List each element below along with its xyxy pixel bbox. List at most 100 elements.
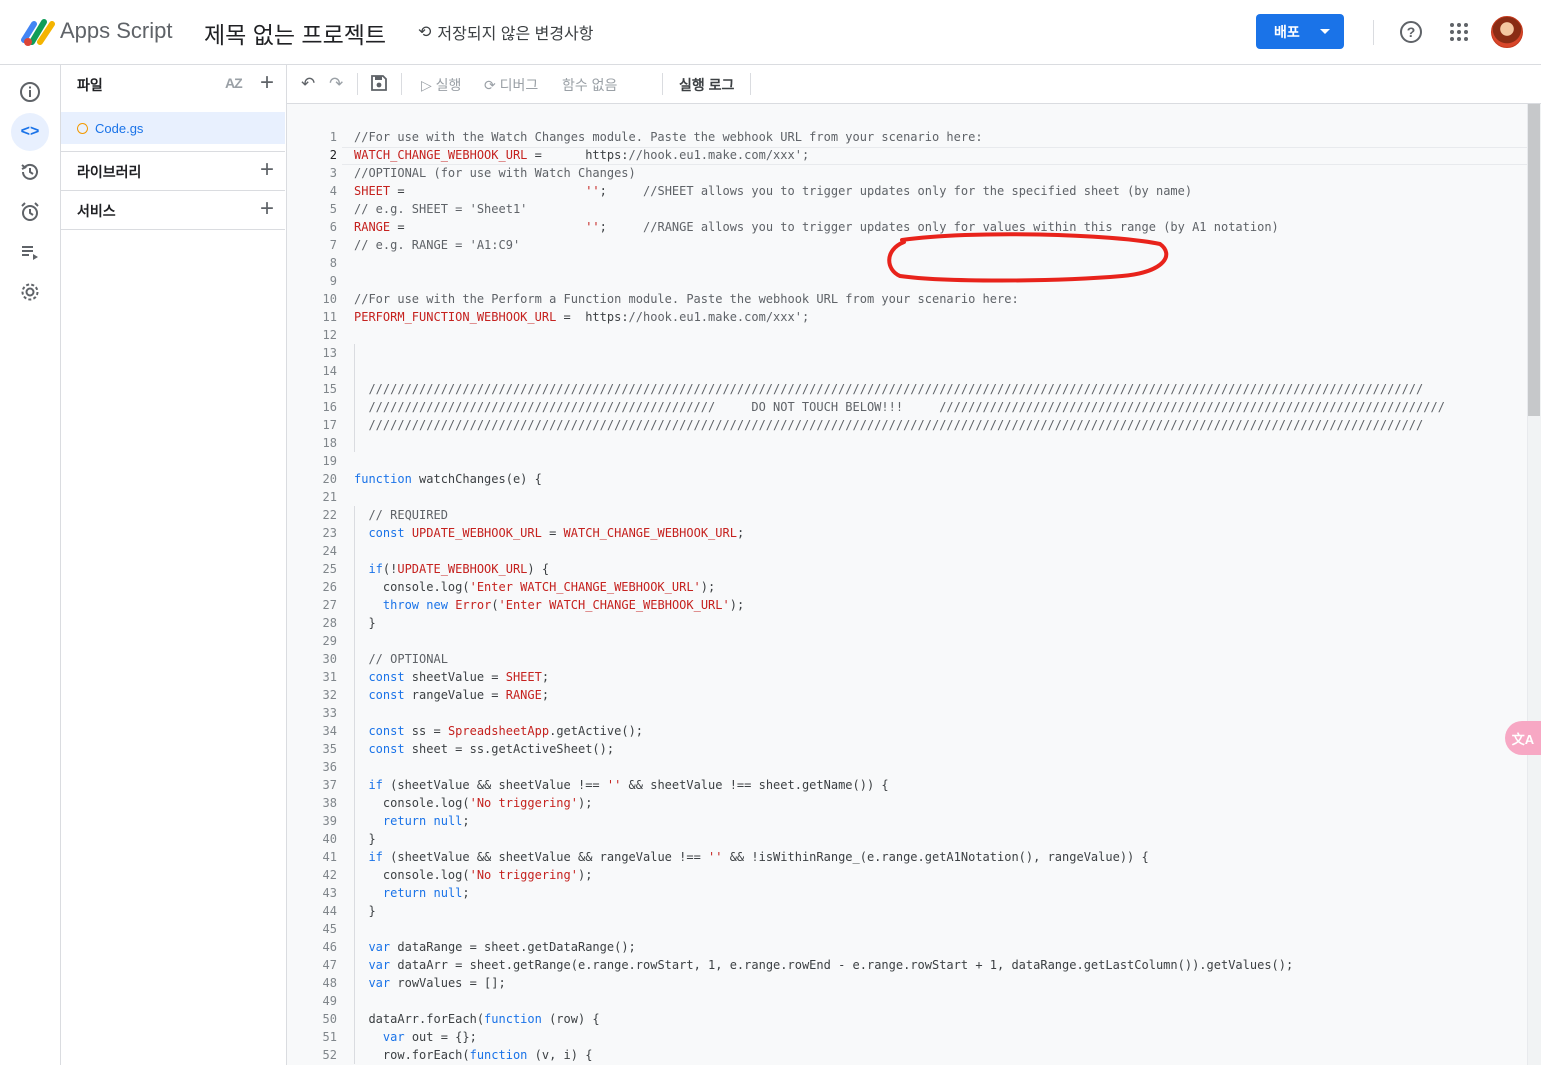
code-line[interactable] xyxy=(354,758,1445,776)
history-icon[interactable] xyxy=(11,153,49,191)
line-number: 17 xyxy=(322,418,337,432)
code-line[interactable]: const sheetValue = SHEET; xyxy=(354,668,1445,686)
run-list-icon[interactable] xyxy=(11,233,49,271)
apps-script-logo[interactable] xyxy=(20,16,56,48)
code-line[interactable] xyxy=(354,704,1445,722)
undo-icon[interactable]: ↶ xyxy=(301,74,315,94)
execution-log-button[interactable]: 실행 로그 xyxy=(679,75,734,95)
code-line[interactable]: const rangeValue = RANGE; xyxy=(354,686,1445,704)
chevron-down-icon xyxy=(1320,29,1330,34)
code-line[interactable]: // e.g. RANGE = 'A1:C9' xyxy=(354,236,1445,254)
code-lines[interactable]: //For use with the Watch Changes module.… xyxy=(354,128,1445,1064)
code-line[interactable]: // REQUIRED xyxy=(354,506,1445,524)
add-file-icon[interactable]: + xyxy=(257,71,277,95)
file-status-icon xyxy=(77,122,88,134)
function-select[interactable]: 함수 없음 xyxy=(562,75,617,95)
code-line[interactable]: } xyxy=(354,830,1445,848)
line-number: 29 xyxy=(322,634,337,648)
line-number: 48 xyxy=(322,976,337,990)
code-line[interactable]: if (sheetValue && sheetValue !== '' && s… xyxy=(354,776,1445,794)
files-panel: 파일 AZ + Code.gs 라이브러리 + 서비스 + xyxy=(61,65,287,1065)
code-line[interactable] xyxy=(354,920,1445,938)
code-line[interactable]: PERFORM_FUNCTION_WEBHOOK_URL = https://h… xyxy=(354,308,1445,326)
code-line[interactable]: return null; xyxy=(354,884,1445,902)
translate-icon[interactable]: 文A xyxy=(1505,721,1541,755)
code-line[interactable] xyxy=(354,326,1445,344)
code-line[interactable] xyxy=(354,542,1445,560)
libraries-label[interactable]: 라이브러리 xyxy=(77,162,141,182)
line-number: 12 xyxy=(322,328,337,342)
code-line[interactable]: const sheet = ss.getActiveSheet(); xyxy=(354,740,1445,758)
code-line[interactable] xyxy=(354,254,1445,272)
sort-az-icon[interactable]: AZ xyxy=(225,75,243,91)
code-line[interactable] xyxy=(354,992,1445,1010)
code-line[interactable]: if(!UPDATE_WEBHOOK_URL) { xyxy=(354,560,1445,578)
code-line[interactable]: RANGE = ''; //RANGE allows you to trigge… xyxy=(354,218,1445,236)
code-line[interactable]: } xyxy=(354,614,1445,632)
code-line[interactable]: } xyxy=(354,902,1445,920)
code-line[interactable]: console.log('Enter WATCH_CHANGE_WEBHOOK_… xyxy=(354,578,1445,596)
code-line[interactable]: SHEET = ''; //SHEET allows you to trigge… xyxy=(354,182,1445,200)
code-line[interactable]: console.log('No triggering'); xyxy=(354,794,1445,812)
code-line[interactable] xyxy=(354,344,1445,362)
code-line[interactable]: var rowValues = []; xyxy=(354,974,1445,992)
line-number: 42 xyxy=(322,868,337,882)
code-line[interactable]: WATCH_CHANGE_WEBHOOK_URL = https://hook.… xyxy=(354,146,1445,164)
code-line[interactable]: var dataArr = sheet.getRange(e.range.row… xyxy=(354,956,1445,974)
code-line[interactable]: if (sheetValue && sheetValue && rangeVal… xyxy=(354,848,1445,866)
divider xyxy=(1373,20,1374,45)
scrollbar-thumb[interactable] xyxy=(1528,104,1540,416)
gear-icon[interactable] xyxy=(11,273,49,311)
files-title: 파일 xyxy=(77,77,103,93)
save-icon[interactable] xyxy=(369,73,389,96)
code-line[interactable]: dataArr.forEach(function (row) { xyxy=(354,1010,1445,1028)
code-line[interactable] xyxy=(354,452,1445,470)
info-icon[interactable] xyxy=(11,73,49,111)
code-line[interactable]: // e.g. SHEET = 'Sheet1' xyxy=(354,200,1445,218)
redo-icon[interactable]: ↷ xyxy=(329,74,343,94)
code-line[interactable]: ////////////////////////////////////////… xyxy=(354,416,1445,434)
files-header: 파일 AZ + xyxy=(61,65,287,103)
help-icon[interactable]: ? xyxy=(1400,21,1422,43)
google-apps-icon[interactable] xyxy=(1450,23,1468,41)
code-line[interactable]: const UPDATE_WEBHOOK_URL = WATCH_CHANGE_… xyxy=(354,524,1445,542)
code-line[interactable]: //For use with the Watch Changes module.… xyxy=(354,128,1445,146)
code-line[interactable]: //OPTIONAL (for use with Watch Changes) xyxy=(354,164,1445,182)
add-library-icon[interactable]: + xyxy=(257,158,277,182)
services-label[interactable]: 서비스 xyxy=(77,201,116,221)
code-line[interactable]: throw new Error('Enter WATCH_CHANGE_WEBH… xyxy=(354,596,1445,614)
alarm-icon[interactable] xyxy=(11,193,49,231)
code-line[interactable]: ////////////////////////////////////////… xyxy=(354,380,1445,398)
debug-button[interactable]: ⟳ 디버그 xyxy=(484,75,538,95)
code-line[interactable]: console.log('No triggering'); xyxy=(354,866,1445,884)
code-line[interactable]: function watchChanges(e) { xyxy=(354,470,1445,488)
code-line[interactable] xyxy=(354,632,1445,650)
code-line[interactable]: var out = {}; xyxy=(354,1028,1445,1046)
line-number: 2 xyxy=(329,148,337,162)
code-line[interactable] xyxy=(354,362,1445,380)
code-line[interactable]: ////////////////////////////////////////… xyxy=(354,398,1444,416)
code-line[interactable] xyxy=(354,488,1445,506)
project-title[interactable]: 제목 없는 프로젝트 xyxy=(204,16,386,50)
code-line[interactable]: return null; xyxy=(354,812,1445,830)
divider xyxy=(401,73,402,95)
code-icon[interactable]: <> xyxy=(11,113,49,151)
add-service-icon[interactable]: + xyxy=(257,197,277,221)
code-line[interactable]: var dataRange = sheet.getDataRange(); xyxy=(354,938,1445,956)
code-line[interactable]: //For use with the Perform a Function mo… xyxy=(354,290,1445,308)
save-status-text: 저장되지 않은 변경사항 xyxy=(437,26,594,43)
deploy-button[interactable]: 배포 xyxy=(1256,14,1344,49)
run-button[interactable]: ▷ 실행 xyxy=(421,75,461,95)
avatar[interactable] xyxy=(1491,16,1523,48)
code-line[interactable]: const ss = SpreadsheetApp.getActive(); xyxy=(354,722,1445,740)
deploy-label: 배포 xyxy=(1274,23,1300,40)
code-line[interactable] xyxy=(354,272,1445,290)
code-editor[interactable]: 1 2 3 4 5 6 7 8 9 10 11 12 13 14 15 16 17 18 19 20 21 22 23 24 2… xyxy=(287,104,1541,1065)
code-line[interactable] xyxy=(354,434,1445,452)
app-name[interactable]: Apps Script xyxy=(60,18,173,44)
code-line[interactable]: // OPTIONAL xyxy=(354,650,1445,668)
file-item-code-gs[interactable]: Code.gs xyxy=(61,112,285,144)
line-number: 18 xyxy=(322,436,337,450)
code-line[interactable]: row.forEach(function (v, i) { xyxy=(354,1046,1445,1064)
top-bar: Apps Script 제목 없는 프로젝트 ⟲ 저장되지 않은 변경사항 배포… xyxy=(0,0,1541,65)
